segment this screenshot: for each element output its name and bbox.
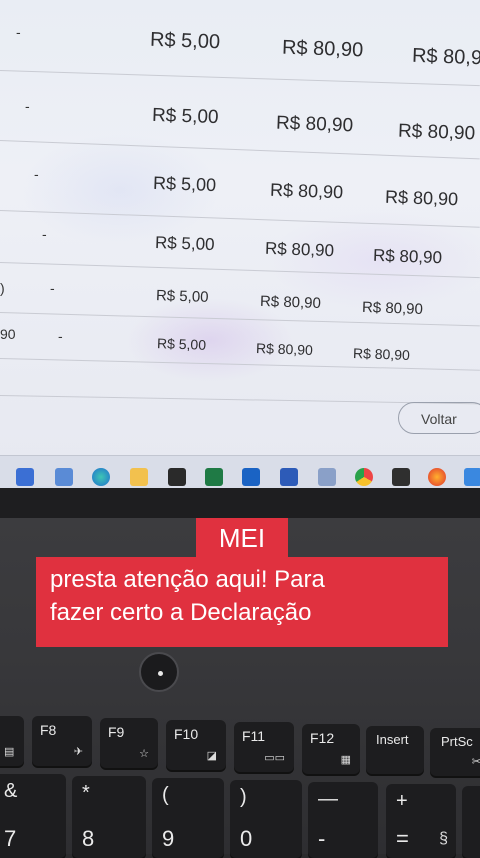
moire-overlay [0, 0, 480, 462]
power-button[interactable] [139, 652, 179, 692]
fee-value: R$ 5,00 [149, 28, 221, 54]
caption-line: presta atenção aqui! Para [50, 566, 325, 593]
paid-value: R$ 80,9 [411, 44, 480, 70]
key-f8[interactable]: F8 ✈ [32, 716, 92, 766]
display-icon: ◪ [206, 750, 217, 762]
terminal-icon[interactable] [392, 468, 410, 486]
key-f10[interactable]: F10 ◪ [166, 720, 226, 770]
cut-off-cell: ) [0, 280, 5, 296]
row-dash: - [34, 166, 39, 182]
snip-icon[interactable] [318, 468, 336, 486]
key-0[interactable]: ) 0 [230, 780, 302, 858]
paid-value: R$ 80,90 [372, 245, 443, 268]
screens-icon: ▭▭ [264, 752, 285, 764]
total-value: R$ 80,90 [259, 292, 322, 313]
calculator-icon: ▦ [340, 754, 351, 766]
caption-text: presta atenção aqui! Para fazer certo a … [36, 557, 448, 647]
row-dash: - [58, 328, 63, 344]
caption-title: MEI [196, 518, 288, 558]
fee-value: R$ 5,00 [152, 172, 217, 196]
key-prtsc[interactable]: PrtSc ✂ [430, 728, 480, 776]
fee-value: R$ 5,00 [151, 104, 219, 129]
row-dash: - [50, 280, 55, 296]
calendar-icon[interactable] [16, 468, 34, 486]
key-f11[interactable]: F11 ▭▭ [234, 722, 294, 772]
paid-value: R$ 80,90 [384, 186, 459, 210]
fee-value: R$ 5,00 [154, 232, 215, 255]
outlook-icon[interactable] [242, 468, 260, 486]
caption-line: fazer certo a Declaração [50, 599, 312, 626]
key-8[interactable]: * 8 [72, 776, 146, 858]
row-dash: - [25, 98, 30, 114]
screen-bezel [0, 488, 480, 518]
total-value: R$ 80,90 [255, 340, 314, 358]
key-insert[interactable]: Insert [366, 726, 424, 774]
key-minus[interactable]: — - [308, 782, 378, 858]
excel-icon[interactable] [205, 468, 223, 486]
key-7[interactable]: & 7 [0, 774, 66, 858]
word-icon[interactable] [280, 468, 298, 486]
cut-off-cell: 90 [0, 326, 16, 342]
total-value: R$ 80,90 [275, 112, 354, 137]
back-button[interactable]: Voltar [398, 402, 480, 434]
key-equals[interactable]: + = § [386, 784, 456, 858]
row-dash: - [16, 24, 21, 40]
fee-value: R$ 5,00 [156, 335, 207, 353]
key-f9[interactable]: F9 ☆ [100, 718, 158, 768]
key-f12[interactable]: F12 ▦ [302, 724, 360, 774]
fee-value: R$ 5,00 [155, 287, 209, 306]
total-value: R$ 80,90 [264, 238, 335, 261]
paid-value: R$ 80,90 [352, 345, 411, 363]
total-value: R$ 80,90 [269, 179, 344, 203]
snip-icon: ✂ [471, 756, 480, 768]
key-9[interactable]: ( 9 [152, 778, 224, 858]
airplane-mode-icon: ✈ [73, 746, 83, 758]
paid-value: R$ 80,90 [397, 120, 476, 145]
paid-value: R$ 80,90 [361, 298, 424, 319]
favorite-icon: ☆ [139, 748, 149, 760]
row-divider [0, 70, 480, 87]
row-divider [0, 210, 480, 228]
sticky-icon[interactable] [168, 468, 186, 486]
firefox-icon[interactable] [428, 468, 446, 486]
explorer-icon[interactable] [130, 468, 148, 486]
edge-icon[interactable] [92, 468, 110, 486]
row-dash: - [42, 226, 47, 242]
laptop-screen: - R$ 5,00 R$ 80,90 R$ 80,9 - R$ 5,00 R$ … [0, 0, 480, 462]
chrome-icon[interactable] [355, 468, 373, 486]
photos-icon[interactable] [464, 468, 480, 486]
total-value: R$ 80,90 [281, 36, 364, 62]
key-f7[interactable]: ▤ [0, 716, 24, 766]
store-icon[interactable] [55, 468, 73, 486]
key-backspace[interactable] [462, 786, 480, 858]
